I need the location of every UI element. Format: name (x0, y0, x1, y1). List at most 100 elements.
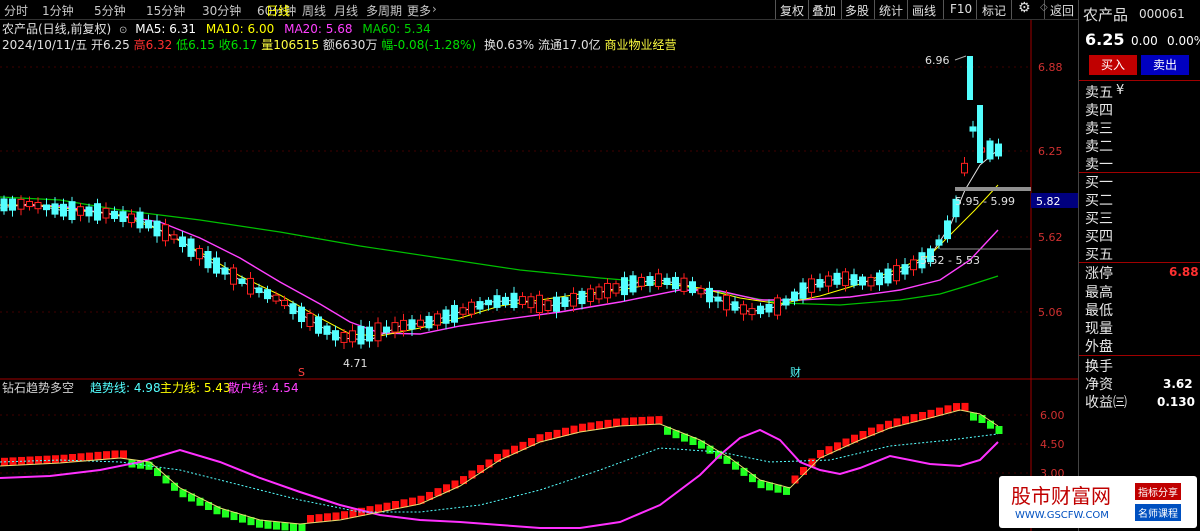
candle-body (655, 273, 662, 287)
panel-pct: 0.00% (1167, 34, 1200, 48)
indicator-bar (655, 416, 663, 425)
candle-body (400, 319, 407, 332)
indicator-bar (638, 416, 646, 425)
indicator-bar (749, 474, 756, 483)
indicator-bar (264, 520, 272, 529)
candle-body (986, 140, 994, 160)
candle-body (680, 277, 688, 292)
ask-symbol: ¥ (1116, 83, 1125, 98)
indicator-bar (740, 467, 748, 476)
panel-stock-code: 000061 (1139, 7, 1185, 21)
candle-body (459, 307, 467, 315)
indicator-bar (332, 512, 340, 521)
candle-body (646, 276, 654, 286)
bid-1: 买一 (1085, 175, 1113, 191)
indicator-bar (324, 513, 331, 522)
indicator-bar (86, 452, 93, 461)
stat-label: 换手 (1085, 359, 1113, 375)
indicator-bar (60, 454, 68, 463)
candle-body (595, 286, 603, 300)
indicator-bar (52, 455, 59, 464)
ask-3: 卖三 (1085, 121, 1113, 137)
indicator-bar (273, 521, 280, 530)
indicator-bar (579, 423, 586, 432)
main-line-label: 主力线: 5.43 (160, 381, 231, 395)
candle-body (961, 162, 968, 174)
candle-body (94, 203, 101, 221)
ask-1: 卖一 (1085, 157, 1113, 173)
candle-body (272, 294, 280, 302)
candle-body (111, 210, 118, 219)
ma10-line (0, 184, 999, 337)
candle-body (544, 300, 552, 311)
candle-body (612, 283, 620, 294)
candle-body (782, 298, 790, 306)
ask-4: 卖四 (1085, 103, 1113, 119)
indicator-bar (732, 461, 739, 470)
bid-2: 买二 (1085, 193, 1113, 209)
candle-body (136, 211, 144, 229)
candle-body (519, 296, 526, 305)
candle-body (527, 296, 535, 309)
candle-body (476, 301, 484, 310)
candle-body (740, 304, 747, 315)
candle-body (204, 250, 212, 269)
indicator-bar (171, 482, 178, 491)
indicator-bar (400, 499, 408, 508)
candle-body (791, 291, 798, 302)
indicator-bar (587, 422, 595, 431)
range2-annotation: 5.52 - 5.53 (920, 254, 980, 267)
candle-body (689, 281, 696, 294)
indicator-tick: 6.00 (1040, 409, 1065, 422)
candle-body (60, 203, 67, 217)
buy-button[interactable]: 买入 (1089, 55, 1137, 75)
indicator-bar (409, 497, 416, 506)
indicator-bar (375, 504, 382, 513)
panel-price: 6.25 (1085, 30, 1125, 49)
candle-body (969, 126, 977, 132)
candle-body (757, 305, 764, 315)
stat-label: 涨停 (1085, 266, 1113, 282)
candle-body (893, 265, 900, 282)
candle-body (77, 206, 84, 216)
retail-line-label: 散户线: 4.54 (228, 380, 299, 395)
indicator-bar (383, 502, 391, 511)
candle-body (9, 198, 16, 211)
candles (0, 56, 1002, 350)
candle-body (714, 296, 722, 302)
candle-body (391, 322, 399, 333)
candle-body (247, 277, 254, 295)
candle-body (731, 301, 739, 311)
stat-label: 净资 (1085, 377, 1113, 393)
indicator-bar (120, 450, 127, 459)
candle-body (289, 303, 297, 315)
sell-button[interactable]: 卖出 (1141, 55, 1189, 75)
candle-body (26, 200, 33, 208)
indicator-bar (494, 453, 501, 462)
candle-body (323, 325, 331, 335)
candle-body (357, 325, 365, 345)
candle-body (502, 296, 509, 306)
panel-change: 0.00 (1131, 34, 1158, 48)
candle-body (578, 290, 586, 305)
indicator-tick: 4.50 (1040, 438, 1065, 451)
candle-body (536, 294, 543, 314)
kline-chart[interactable]: 6.88 6.25 5.62 5.06 5.82 ◇ ◇ 6.96 4.71 5… (0, 0, 1078, 531)
divider (1079, 80, 1200, 81)
indicator-title: 钻石趋势多空 (2, 380, 74, 395)
indicator-bars (1, 402, 1003, 531)
candle-body (672, 276, 679, 290)
high-annotation: 6.96 (925, 54, 950, 67)
candle-body (221, 267, 229, 275)
axis-tick: 5.62 (1038, 231, 1063, 244)
candle-body (43, 204, 50, 211)
indicator-bar (987, 420, 994, 429)
indicator-bar (281, 522, 289, 531)
ask-2: 卖二 (1085, 139, 1113, 155)
trend-line-label: 趋势线: 4.98 (90, 381, 161, 395)
range1-annotation: 5.95 - 5.99 (955, 195, 1015, 208)
candle-body (485, 299, 492, 306)
candle-body (85, 206, 93, 217)
candle-body (604, 282, 611, 299)
indicator-bar (35, 456, 42, 465)
